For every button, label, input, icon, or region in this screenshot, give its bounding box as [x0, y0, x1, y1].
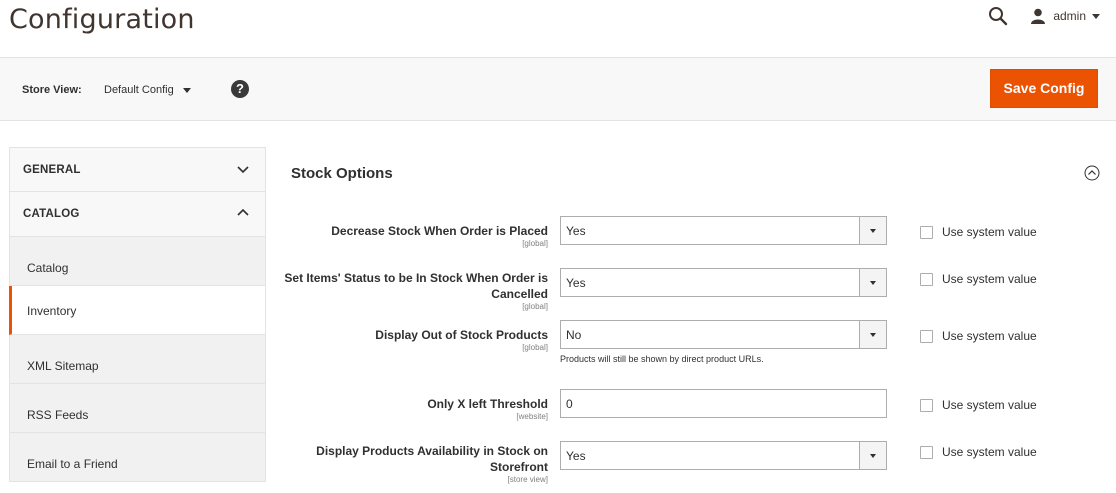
store-view-switcher[interactable]: Default Config [104, 84, 191, 96]
only-x-left-threshold-input[interactable]: 0 [560, 389, 887, 418]
sidebar-item-rss-feeds[interactable]: RSS Feeds [9, 384, 266, 433]
select-value: Yes [566, 276, 586, 290]
sidebar-item-label: Inventory [27, 304, 77, 318]
checkbox[interactable] [920, 329, 933, 343]
store-view-label: Store View: [22, 84, 82, 96]
sidebar-group-label: CATALOG [23, 208, 80, 220]
use-system-value-label: Use system value [942, 272, 1037, 286]
chevron-down-icon [859, 217, 886, 244]
use-system-value-label: Use system value [942, 329, 1037, 343]
field-label-text: Only X left Threshold [427, 397, 548, 411]
field-label: Decrease Stock When Order is Placed [glo… [278, 223, 548, 249]
user-icon [1030, 8, 1046, 24]
field-label: Display Out of Stock Products [global] [278, 327, 548, 353]
config-sidebar: GENERAL CATALOG Catalog Inventory XML Si… [9, 147, 266, 482]
select-value: Yes [566, 224, 586, 238]
sidebar-item-label: RSS Feeds [27, 408, 89, 422]
field-label: Display Products Availability in Stock o… [278, 443, 548, 485]
page-title: Configuration [9, 4, 195, 35]
sidebar-item-catalog[interactable]: Catalog [9, 237, 266, 286]
sidebar-item-inventory[interactable]: Inventory [9, 286, 266, 335]
checkbox[interactable] [920, 272, 933, 286]
select-value: Yes [566, 449, 586, 463]
checkbox[interactable] [920, 445, 933, 459]
save-config-button[interactable]: Save Config [990, 69, 1098, 108]
search-icon[interactable] [988, 6, 1008, 26]
chevron-down-icon [237, 162, 249, 174]
chevron-down-icon [1092, 13, 1100, 19]
sidebar-group-label: GENERAL [23, 164, 81, 176]
collapse-icon[interactable] [1084, 165, 1100, 181]
field-label: Set Items' Status to be In Stock When Or… [278, 270, 548, 312]
chevron-down-icon [859, 269, 886, 296]
field-label-text: Decrease Stock When Order is Placed [331, 224, 548, 238]
use-system-value-checkbox[interactable]: Use system value [920, 329, 1037, 343]
store-toolbar: Store View: Default Config ? Save Config [0, 57, 1116, 121]
field-scope: [global] [522, 302, 548, 311]
sidebar-item-label: Email to a Friend [27, 457, 118, 471]
user-menu[interactable]: admin [1030, 8, 1100, 24]
field-scope: [global] [522, 343, 548, 352]
decrease-stock-select[interactable]: Yes [560, 216, 887, 245]
checkbox[interactable] [920, 398, 933, 412]
sidebar-group-catalog[interactable]: CATALOG [9, 192, 266, 237]
checkbox[interactable] [920, 225, 933, 239]
sidebar-item-label: XML Sitemap [27, 359, 99, 373]
sidebar-group-general[interactable]: GENERAL [9, 147, 266, 192]
use-system-value-label: Use system value [942, 225, 1037, 239]
sidebar-item-xml-sitemap[interactable]: XML Sitemap [9, 335, 266, 384]
display-out-of-stock-select[interactable]: No [560, 320, 887, 349]
in-stock-when-cancelled-select[interactable]: Yes [560, 268, 887, 297]
chevron-down-icon [859, 442, 886, 469]
field-note: Products will still be shown by direct p… [560, 354, 764, 364]
field-scope: [store view] [507, 475, 548, 484]
use-system-value-label: Use system value [942, 445, 1037, 459]
use-system-value-checkbox[interactable]: Use system value [920, 445, 1037, 459]
field-scope: [global] [522, 239, 548, 248]
chevron-down-icon [182, 87, 191, 93]
field-label-text: Display Products Availability in Stock o… [316, 444, 548, 474]
use-system-value-checkbox[interactable]: Use system value [920, 272, 1037, 286]
display-availability-select[interactable]: Yes [560, 441, 887, 470]
sidebar-item-label: Catalog [27, 261, 69, 275]
sidebar-item-email-to-a-friend[interactable]: Email to a Friend [9, 433, 266, 482]
user-name: admin [1053, 9, 1086, 23]
use-system-value-checkbox[interactable]: Use system value [920, 225, 1037, 239]
use-system-value-label: Use system value [942, 398, 1037, 412]
chevron-down-icon [859, 321, 886, 348]
select-value: No [566, 328, 582, 342]
use-system-value-checkbox[interactable]: Use system value [920, 398, 1037, 412]
field-label: Only X left Threshold [website] [278, 396, 548, 422]
help-icon[interactable]: ? [231, 80, 249, 98]
section-title: Stock Options [291, 165, 393, 182]
store-view-value: Default Config [104, 84, 174, 96]
field-label-text: Display Out of Stock Products [375, 328, 548, 342]
input-value: 0 [566, 397, 573, 411]
chevron-up-icon [237, 206, 249, 218]
field-label-text: Set Items' Status to be In Stock When Or… [284, 271, 548, 301]
field-scope: [website] [516, 412, 548, 421]
header-actions: admin [988, 6, 1100, 26]
